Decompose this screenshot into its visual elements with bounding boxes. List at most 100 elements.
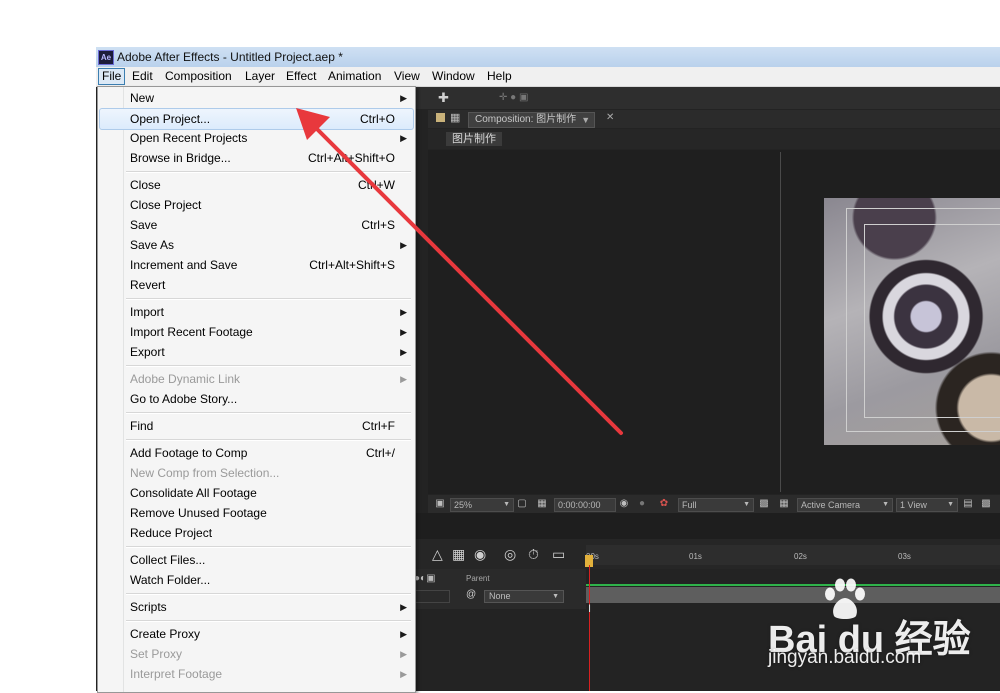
pin-tool-icon[interactable]: ✚ <box>438 90 449 106</box>
resolution-select[interactable]: Full ▼ <box>678 498 754 512</box>
chevron-down-icon[interactable]: ▼ <box>743 499 750 511</box>
menu-item-collect-files[interactable]: Collect Files... <box>100 550 413 570</box>
snapshot-camera-icon[interactable]: ◉ <box>618 498 630 510</box>
stopwatch-icon[interactable]: ⏱ <box>528 547 539 561</box>
menu-separator <box>126 546 411 548</box>
views-select[interactable]: 1 View ▼ <box>896 498 958 512</box>
menu-item-close-project[interactable]: Close Project <box>100 195 413 215</box>
graph-editor-icon[interactable]: ▭ <box>552 547 565 561</box>
color-channels-icon[interactable]: ✿ <box>658 498 670 510</box>
menu-item-watch-folder[interactable]: Watch Folder... <box>100 570 413 590</box>
zoom-select[interactable]: 25% ▼ <box>450 498 514 512</box>
composition-viewer[interactable] <box>428 150 1000 494</box>
menu-edit[interactable]: Edit <box>129 69 156 84</box>
menu-item-consolidate-all-footage[interactable]: Consolidate All Footage <box>100 483 413 503</box>
parent-select[interactable]: None ▼ <box>484 590 564 603</box>
menu-item-new-comp-from-selection: New Comp from Selection... <box>100 463 413 483</box>
chevron-down-icon[interactable]: ▼ <box>882 499 889 511</box>
column-switches-icon[interactable]: ●◐▣ <box>414 573 436 584</box>
menu-item-browse-in-bridge[interactable]: Browse in Bridge... Ctrl+Alt+Shift+O <box>100 148 413 168</box>
timeline-layer-columns: ●◐▣ Parent @ None ▼ <box>414 569 586 609</box>
composition-breadcrumb-bar: 图片制作 <box>428 129 1000 149</box>
menu-item-import[interactable]: Import ▶ <box>100 302 413 322</box>
submenu-arrow-icon: ▶ <box>400 649 407 659</box>
menu-item-scripts[interactable]: Scripts ▶ <box>100 597 413 617</box>
menu-item-import-recent-footage[interactable]: Import Recent Footage ▶ <box>100 322 413 342</box>
region-of-interest-icon[interactable]: ▢ <box>516 498 528 510</box>
menu-item-label: Set Proxy <box>130 647 183 661</box>
grid-layout-icon[interactable]: ▤ <box>962 498 974 510</box>
menu-item-new[interactable]: New ▶ <box>100 88 413 108</box>
menu-item-label: Watch Folder... <box>130 573 211 587</box>
menu-item-remove-unused-footage[interactable]: Remove Unused Footage <box>100 503 413 523</box>
menu-composition[interactable]: Composition <box>162 69 235 84</box>
file-menu-dropdown: New ▶ Open Project... Ctrl+O Open Recent Pro… <box>97 86 416 693</box>
menu-layer[interactable]: Layer <box>242 69 278 84</box>
timecode-field[interactable]: 0:00:00:00 <box>554 498 616 512</box>
menu-animation[interactable]: Animation <box>325 69 384 84</box>
menu-help[interactable]: Help <box>484 69 515 84</box>
menu-item-open-project[interactable]: Open Project... Ctrl+O <box>99 108 414 130</box>
layer-switch-boxes[interactable] <box>414 590 450 603</box>
chevron-down-icon[interactable]: ▼ <box>552 591 559 602</box>
menu-item-increment-and-save[interactable]: Increment and Save Ctrl+Alt+Shift+S <box>100 255 413 275</box>
toggle-transparency-icon[interactable]: ▦ <box>778 498 790 510</box>
submenu-arrow-icon: ▶ <box>400 93 407 103</box>
comp-mini-flowchart-icon[interactable]: △ <box>432 547 443 561</box>
menu-item-reduce-project[interactable]: Reduce Project <box>100 523 413 543</box>
menu-effect[interactable]: Effect <box>283 69 319 84</box>
chevron-down-icon[interactable]: ▼ <box>581 113 590 127</box>
menu-item-shortcut: Ctrl+Alt+Shift+O <box>307 151 395 165</box>
menu-window[interactable]: Window <box>429 69 478 84</box>
motion-blur-icon[interactable]: ◎ <box>504 547 516 561</box>
ruler-tick: 03s <box>898 552 911 561</box>
menu-item-save-as[interactable]: Save As ▶ <box>100 235 413 255</box>
tab-composition[interactable]: Composition: 图片制作 ▼ <box>468 112 596 128</box>
menu-separator <box>126 620 411 622</box>
menu-item-close[interactable]: Close Ctrl+W <box>100 175 413 195</box>
time-ruler[interactable]: 00s 01s 02s 03s <box>586 545 1000 565</box>
menu-view[interactable]: View <box>391 69 423 84</box>
menu-item-add-footage-to-comp[interactable]: Add Footage to Comp Ctrl+/ <box>100 443 413 463</box>
breadcrumb[interactable]: 图片制作 <box>446 132 502 146</box>
composition-tab-bar: ▦ Composition: 图片制作 ▼ ✕ <box>428 110 1000 128</box>
chevron-down-icon[interactable]: ▼ <box>947 499 954 511</box>
menu-item-label: Increment and Save <box>130 258 238 272</box>
transparency-grid-icon[interactable]: ▦ <box>536 498 548 510</box>
submenu-arrow-icon: ▶ <box>400 133 407 143</box>
parent-column-header: Parent <box>466 574 490 583</box>
submenu-arrow-icon: ▶ <box>400 374 407 384</box>
camera-select[interactable]: Active Camera ▼ <box>797 498 893 512</box>
hide-shy-layers-icon[interactable]: ◉ <box>474 547 486 561</box>
menu-item-find[interactable]: Find Ctrl+F <box>100 416 413 436</box>
menu-item-save[interactable]: Save Ctrl+S <box>100 215 413 235</box>
submenu-arrow-icon: ▶ <box>400 347 407 357</box>
pick-whip-icon[interactable]: @ <box>466 589 476 600</box>
after-effects-app-icon: Ae <box>98 50 114 65</box>
draft-3d-icon[interactable]: ▦ <box>452 547 465 561</box>
menu-item-revert[interactable]: Revert <box>100 275 413 295</box>
submenu-arrow-icon: ▶ <box>400 240 407 250</box>
close-icon[interactable]: ✕ <box>606 112 614 123</box>
menu-item-open-recent-projects[interactable]: Open Recent Projects ▶ <box>100 128 413 148</box>
panel-lock-icon[interactable] <box>436 113 445 122</box>
menu-item-label: Close Project <box>130 198 202 212</box>
menu-item-export[interactable]: Export ▶ <box>100 342 413 362</box>
show-snapshot-icon[interactable]: ● <box>636 498 648 510</box>
panel-menu-icon[interactable]: ▦ <box>450 111 460 124</box>
menu-item-go-to-adobe-story[interactable]: Go to Adobe Story... <box>100 389 413 409</box>
menu-file[interactable]: File <box>98 68 126 85</box>
menu-separator <box>126 298 411 300</box>
menu-item-label: Interpret Footage <box>130 667 223 681</box>
chevron-down-icon[interactable]: ▼ <box>503 499 510 511</box>
zoom-value: 25% <box>454 500 473 510</box>
current-time-indicator-line[interactable] <box>589 565 590 691</box>
menu-item-label: Find <box>130 419 154 433</box>
menu-item-create-proxy[interactable]: Create Proxy ▶ <box>100 624 413 644</box>
fast-previews-icon[interactable]: ▩ <box>758 498 770 510</box>
menu-item-interpret-footage: Interpret Footage ▶ <box>100 664 413 684</box>
flowchart-icon[interactable]: ▩ <box>980 498 992 510</box>
mask-toggle-icon[interactable]: ▣ <box>434 498 446 510</box>
align-icon[interactable]: ✛ ● ▣ <box>499 92 528 103</box>
menu-separator <box>126 412 411 414</box>
